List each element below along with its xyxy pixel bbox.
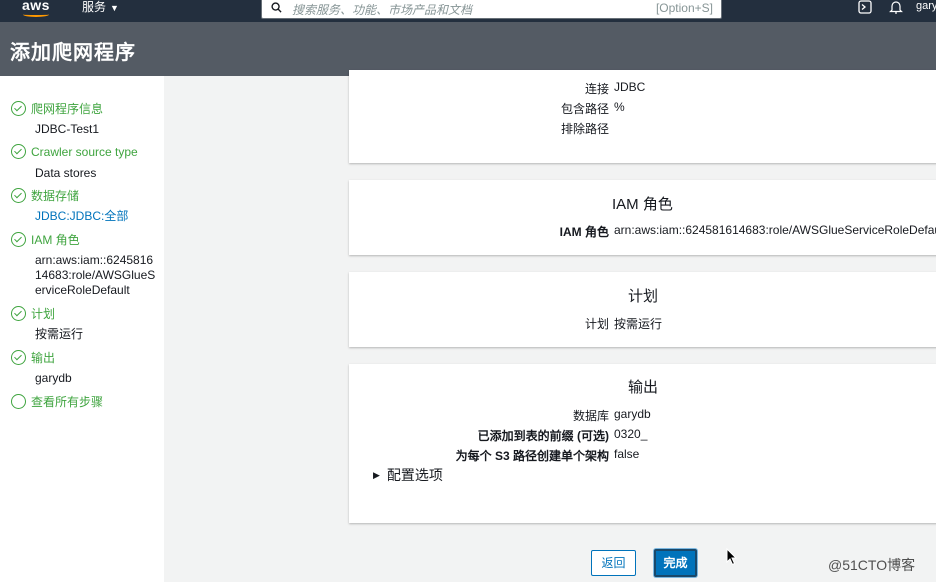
- search-icon: [271, 2, 282, 13]
- step-label: IAM 角色: [31, 233, 80, 247]
- step-value-line: erviceRoleDefault: [35, 283, 130, 297]
- step-crawler-source-type[interactable]: Crawler source type: [11, 144, 138, 159]
- caret-right-icon: ▶: [373, 470, 380, 480]
- row-value: false: [614, 447, 640, 461]
- config-options-label: 配置选项: [386, 467, 443, 483]
- card-title: 输出: [628, 379, 659, 396]
- step-data-store[interactable]: 数据存储: [11, 187, 79, 204]
- row-value: 按需运行: [614, 317, 663, 331]
- bell-icon[interactable]: [889, 0, 903, 14]
- finish-button[interactable]: 完成: [654, 549, 697, 577]
- search-input[interactable]: 搜索服务、功能、市场产品和文档 [Option+S]: [261, 0, 722, 19]
- step-label: 输出: [31, 351, 56, 365]
- check-circle-icon: [11, 232, 26, 247]
- step-value: garydb: [35, 371, 72, 385]
- check-circle-icon: [11, 306, 26, 321]
- check-circle-icon: [11, 144, 26, 159]
- search-placeholder: 搜索服务、功能、市场产品和文档: [292, 3, 473, 17]
- row-label: 已添加到表的前缀 (可选): [477, 429, 609, 443]
- row-value: 0320_: [614, 427, 648, 441]
- check-circle-icon: [11, 101, 26, 116]
- user-menu[interactable]: gary: [916, 0, 936, 12]
- row-value: arn:aws:iam::624581614683:role/AWSGlueSe…: [614, 223, 936, 237]
- step-value: 按需运行: [35, 327, 84, 341]
- step-schedule[interactable]: 计划: [11, 305, 55, 322]
- row-value: garydb: [614, 407, 651, 421]
- services-menu-button[interactable]: 服务 ▼: [82, 0, 119, 16]
- row-label: 为每个 S3 路径创建单个架构: [455, 449, 609, 463]
- step-output[interactable]: 输出: [11, 349, 55, 366]
- aws-logo-smile: [23, 12, 49, 17]
- step-label: 查看所有步骤: [31, 395, 104, 409]
- watermark: @51CTO博客: [828, 557, 916, 573]
- step-iam-role[interactable]: IAM 角色: [11, 231, 80, 248]
- iam-role-card: IAM 角色 IAM 角色 arn:aws:iam::624581614683:…: [349, 180, 936, 255]
- data-store-card: 连接 JDBC 包含路径 % 排除路径: [349, 70, 936, 163]
- circle-icon: [11, 394, 26, 409]
- search-shortcut-hint: [Option+S]: [655, 1, 713, 15]
- step-value-line: 14683:role/AWSGlueS: [35, 268, 156, 282]
- card-title: 计划: [628, 288, 659, 305]
- caret-down-icon: ▼: [110, 3, 119, 13]
- row-label: 计划: [584, 317, 609, 331]
- config-options-expander[interactable]: ▶ 配置选项: [373, 465, 443, 485]
- row-value: %: [614, 100, 625, 114]
- row-label: 包含路径: [560, 102, 609, 116]
- mouse-cursor-icon: [726, 548, 738, 566]
- row-label: 连接: [584, 82, 609, 96]
- check-circle-icon: [11, 350, 26, 365]
- row-label: 数据库: [572, 409, 609, 423]
- step-label: Crawler source type: [31, 144, 138, 159]
- top-nav: aws 服务 ▼ 搜索服务、功能、市场产品和文档 [Option+S] gary: [0, 0, 936, 22]
- wizard-steps-sidebar: 爬网程序信息 JDBC-Test1 Crawler source type Da…: [0, 76, 164, 582]
- step-label: 计划: [31, 307, 56, 321]
- card-title: IAM 角色: [612, 196, 673, 213]
- page-header: 添加爬网程序: [0, 22, 936, 76]
- step-label: 爬网程序信息: [31, 102, 104, 116]
- schedule-card: 计划 计划 按需运行: [349, 272, 936, 347]
- back-button[interactable]: 返回: [591, 550, 636, 576]
- row-label: IAM 角色: [559, 225, 609, 239]
- step-value: JDBC-Test1: [35, 122, 100, 136]
- data-store-link[interactable]: JDBC:JDBC:全部: [35, 209, 128, 224]
- page-title: 添加爬网程序: [10, 42, 136, 64]
- step-value: Data stores: [35, 166, 97, 180]
- step-review-all[interactable]: 查看所有步骤: [11, 393, 103, 410]
- row-label: 排除路径: [560, 122, 609, 136]
- step-crawler-info[interactable]: 爬网程序信息: [11, 100, 103, 117]
- step-label: 数据存储: [31, 189, 80, 203]
- step-value-line: arn:aws:iam::6245816: [35, 253, 154, 267]
- cloudshell-icon[interactable]: [858, 0, 872, 14]
- services-label: 服务: [82, 0, 107, 14]
- output-card: 输出 数据库 garydb 已添加到表的前缀 (可选) 0320_ 为每个 S3…: [349, 364, 936, 523]
- row-value: JDBC: [614, 80, 646, 94]
- check-circle-icon: [11, 188, 26, 203]
